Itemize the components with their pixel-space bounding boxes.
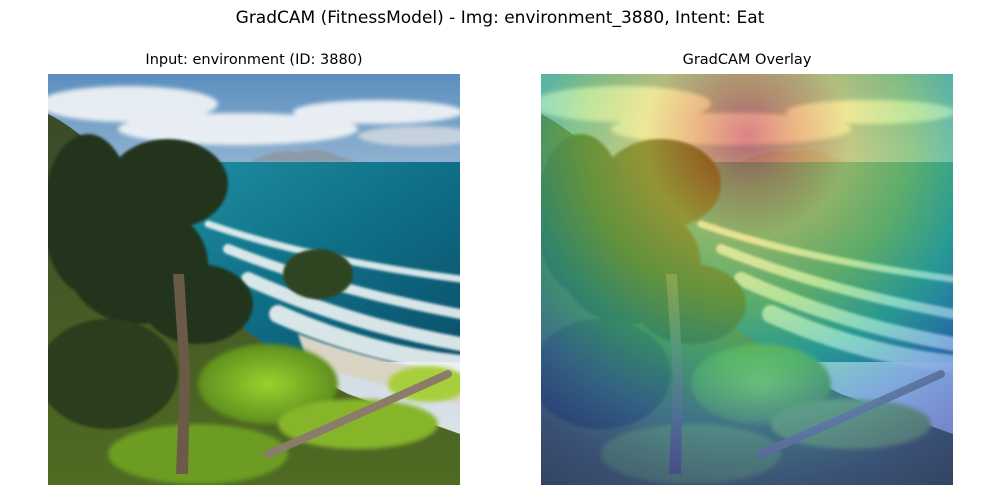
gradcam-heatmap: [541, 74, 953, 485]
input-panel-title: Input: environment (ID: 3880): [145, 52, 363, 68]
input-image: [48, 74, 460, 485]
figure-title: GradCAM (FitnessModel) - Img: environmen…: [235, 8, 765, 28]
input-image-scene: [48, 74, 460, 485]
overlay-panel-title: GradCAM Overlay: [682, 52, 812, 68]
gradcam-overlay-image: [541, 74, 953, 485]
